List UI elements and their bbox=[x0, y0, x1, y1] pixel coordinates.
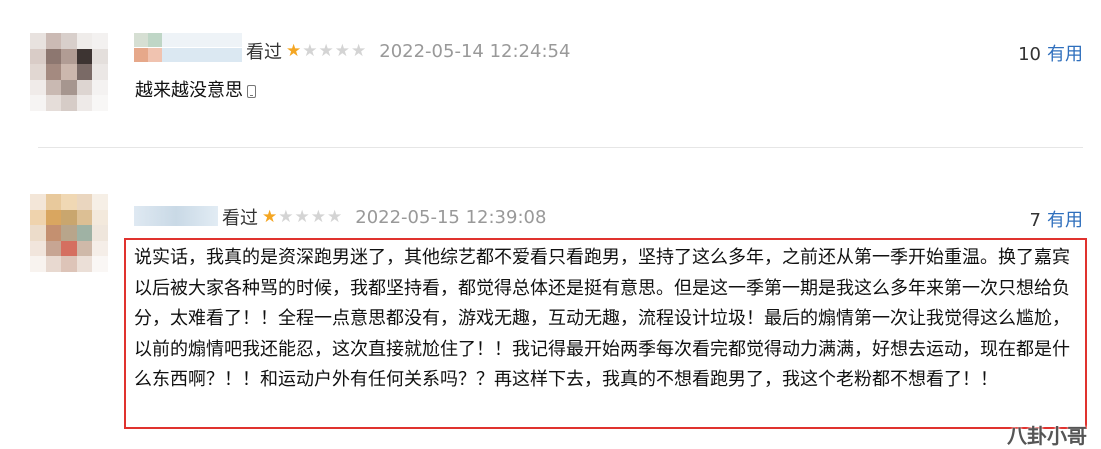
comment-date: 2022-05-14 12:24:54 bbox=[379, 40, 571, 62]
star-icon: ★ bbox=[302, 41, 319, 61]
star-icon: ★ bbox=[262, 207, 279, 227]
star-icon: ★ bbox=[327, 207, 344, 227]
watermark: 八卦小哥 bbox=[1007, 424, 1087, 448]
avatar[interactable] bbox=[30, 33, 108, 111]
comment-text: 说实话，我真的是资深跑男迷了，其他综艺都不爱看只看跑男，坚持了这么多年，之前还从… bbox=[134, 247, 1070, 390]
divider bbox=[38, 147, 1083, 148]
useful-button[interactable]: 有用 bbox=[1047, 210, 1083, 231]
useful-vote: 10 有用 bbox=[1018, 40, 1083, 66]
star-icon: ★ bbox=[286, 41, 303, 61]
useful-count: 7 bbox=[1029, 210, 1041, 231]
rating-stars: ★ ★ ★ ★ ★ bbox=[286, 41, 367, 61]
comment-text-body: 越来越没意思 bbox=[135, 80, 243, 101]
star-icon: ★ bbox=[334, 41, 351, 61]
rating-stars: ★ ★ ★ ★ ★ bbox=[262, 207, 343, 227]
comment-text: 越来越没意思 bbox=[135, 76, 256, 102]
comment-date: 2022-05-15 12:39:08 bbox=[355, 206, 547, 228]
star-icon: ★ bbox=[278, 207, 295, 227]
username[interactable] bbox=[134, 33, 242, 63]
star-icon: ★ bbox=[351, 41, 368, 61]
username[interactable] bbox=[134, 206, 218, 226]
useful-button[interactable]: 有用 bbox=[1047, 44, 1083, 65]
useful-vote: 7 有用 bbox=[1030, 206, 1083, 232]
star-icon: ★ bbox=[310, 207, 327, 227]
avatar[interactable] bbox=[30, 194, 108, 272]
watched-status: 看过 bbox=[246, 42, 282, 63]
star-icon: ★ bbox=[318, 41, 335, 61]
star-icon: ★ bbox=[294, 207, 311, 227]
mobile-phone-icon bbox=[247, 85, 256, 98]
useful-count: 10 bbox=[1018, 44, 1041, 65]
watched-status: 看过 bbox=[222, 208, 258, 229]
